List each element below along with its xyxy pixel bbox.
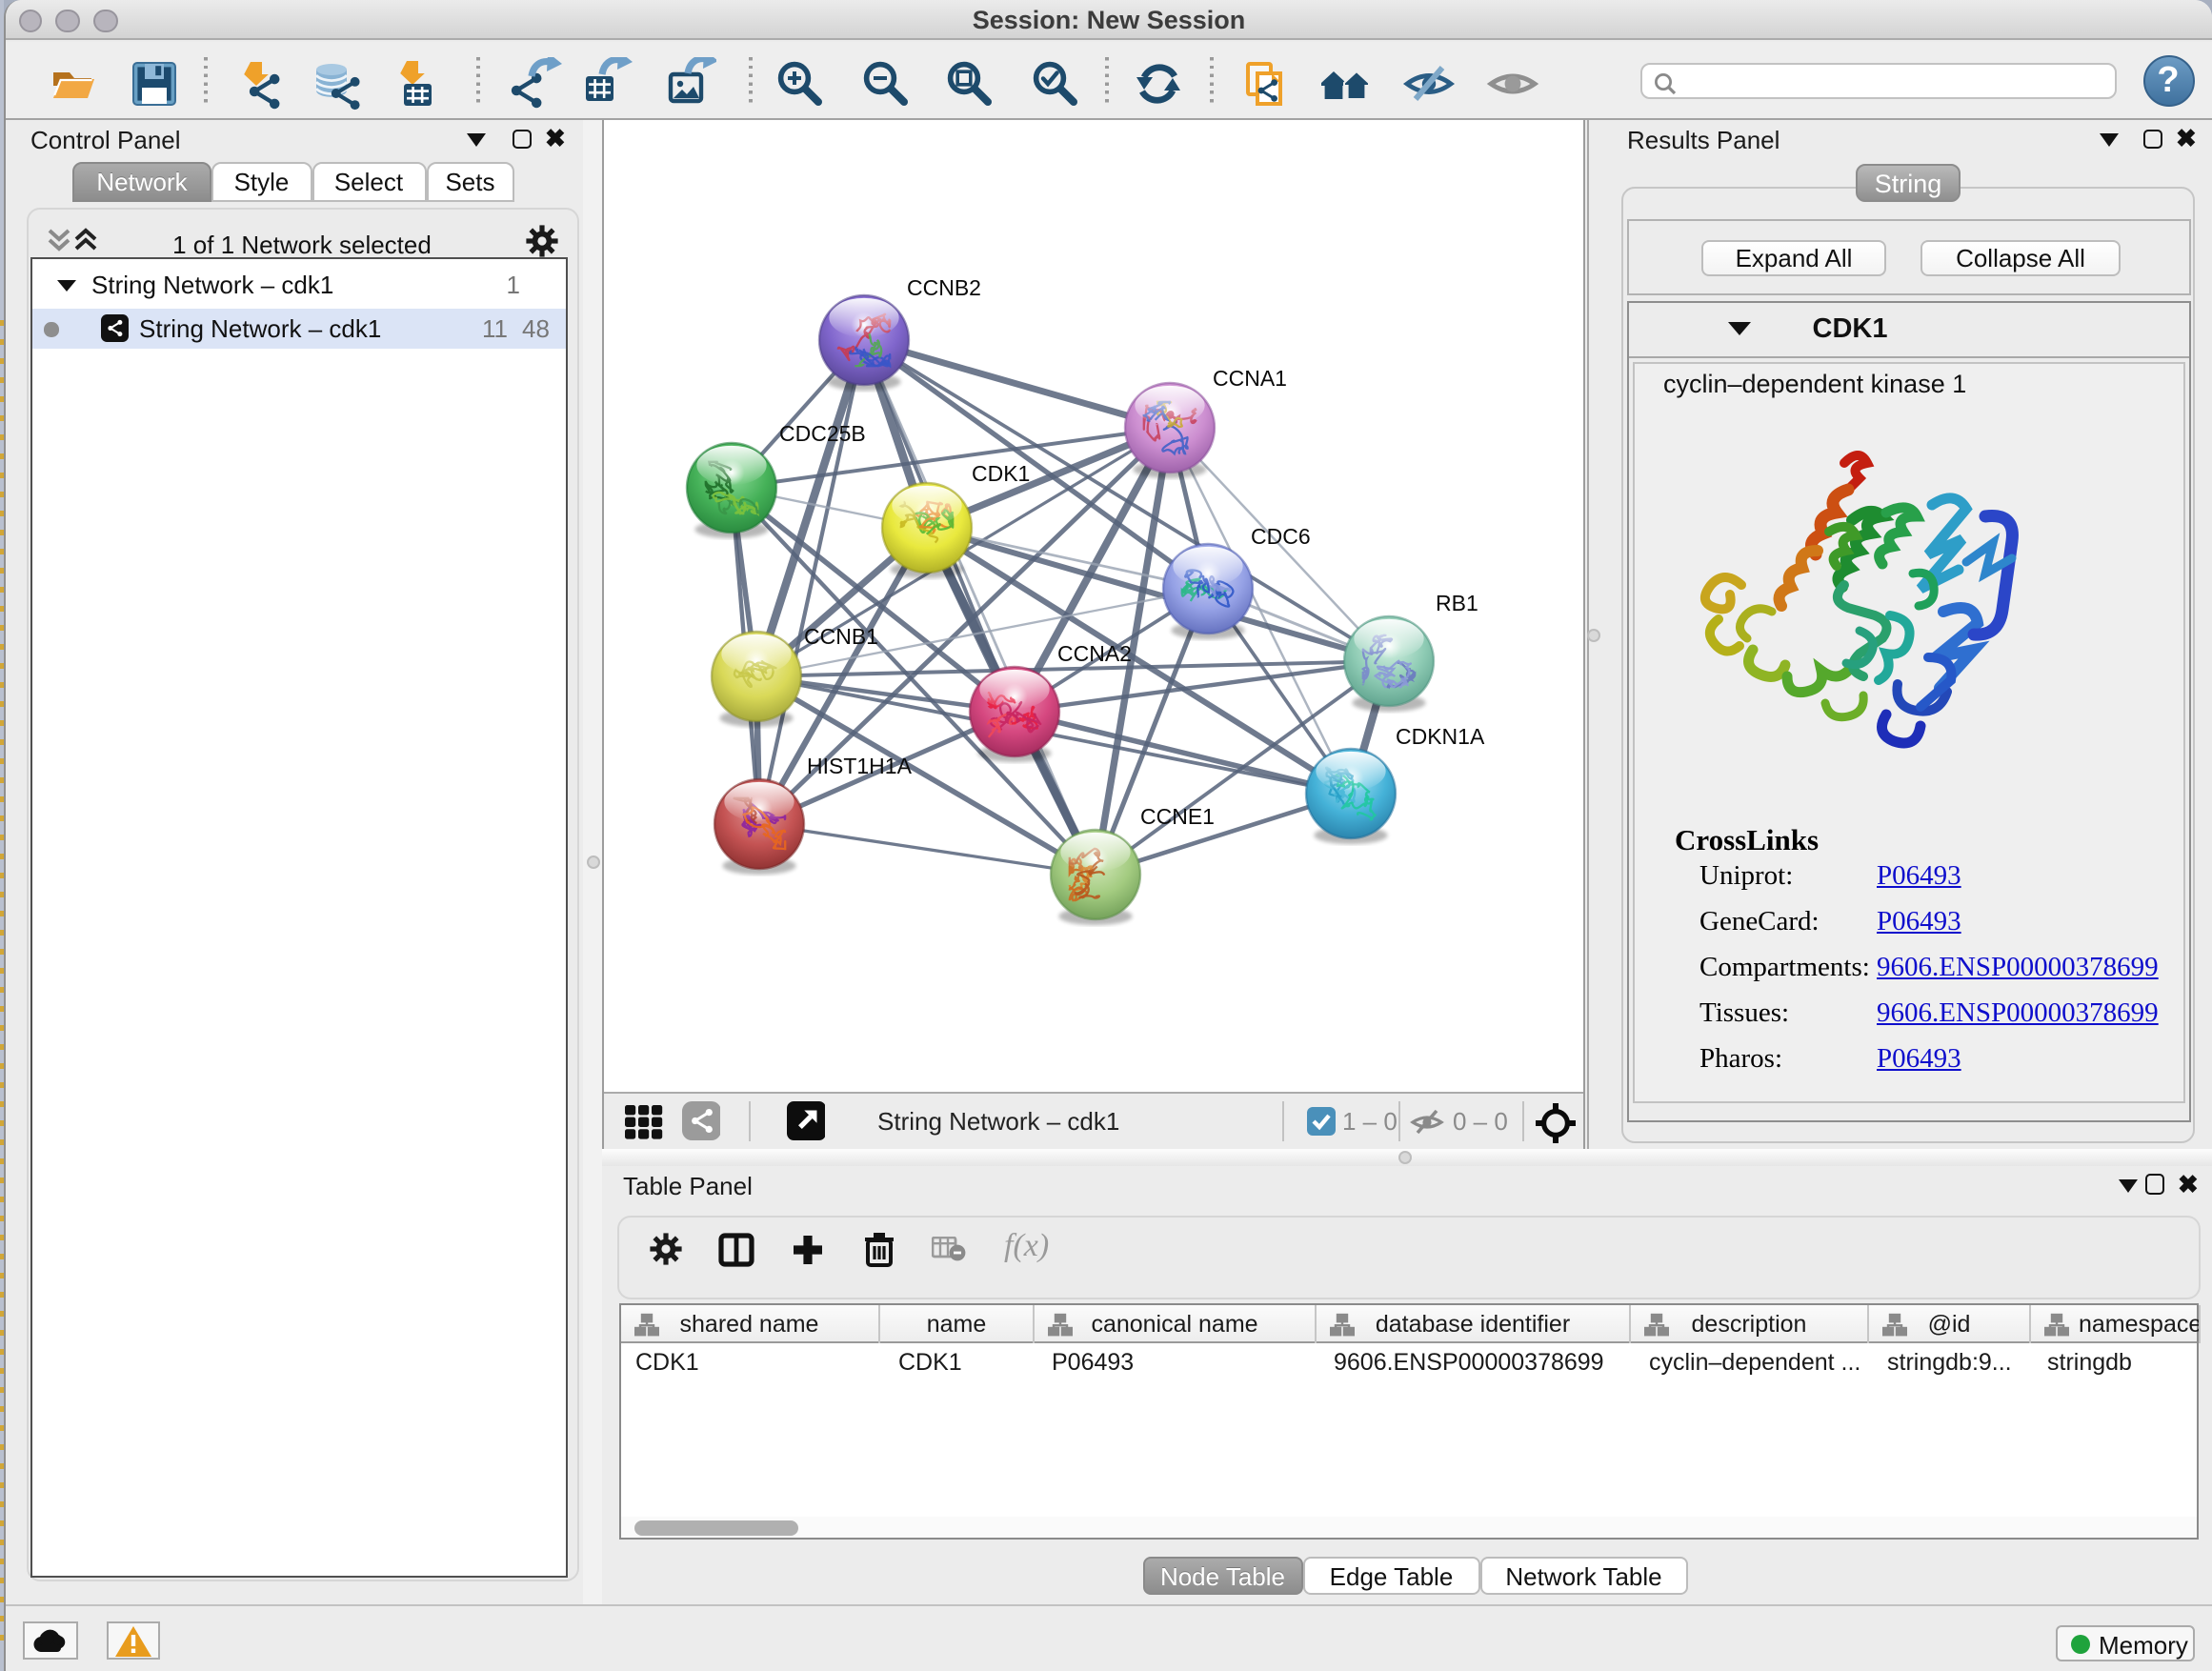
svg-text:CDC25B: CDC25B: [778, 421, 865, 446]
svg-text:RB1: RB1: [1435, 591, 1478, 615]
svg-text:CCNA1: CCNA1: [1212, 366, 1286, 391]
svg-text:CCNB1: CCNB1: [803, 624, 877, 649]
svg-text:CCNA2: CCNA2: [1056, 641, 1131, 666]
svg-text:HIST1H1A: HIST1H1A: [806, 754, 912, 778]
svg-text:CDC6: CDC6: [1250, 524, 1310, 549]
svg-text:CDKN1A: CDKN1A: [1395, 724, 1484, 749]
svg-text:CCNE1: CCNE1: [1139, 804, 1214, 829]
svg-text:CDK1: CDK1: [971, 461, 1029, 486]
svg-text:CCNB2: CCNB2: [906, 275, 980, 300]
